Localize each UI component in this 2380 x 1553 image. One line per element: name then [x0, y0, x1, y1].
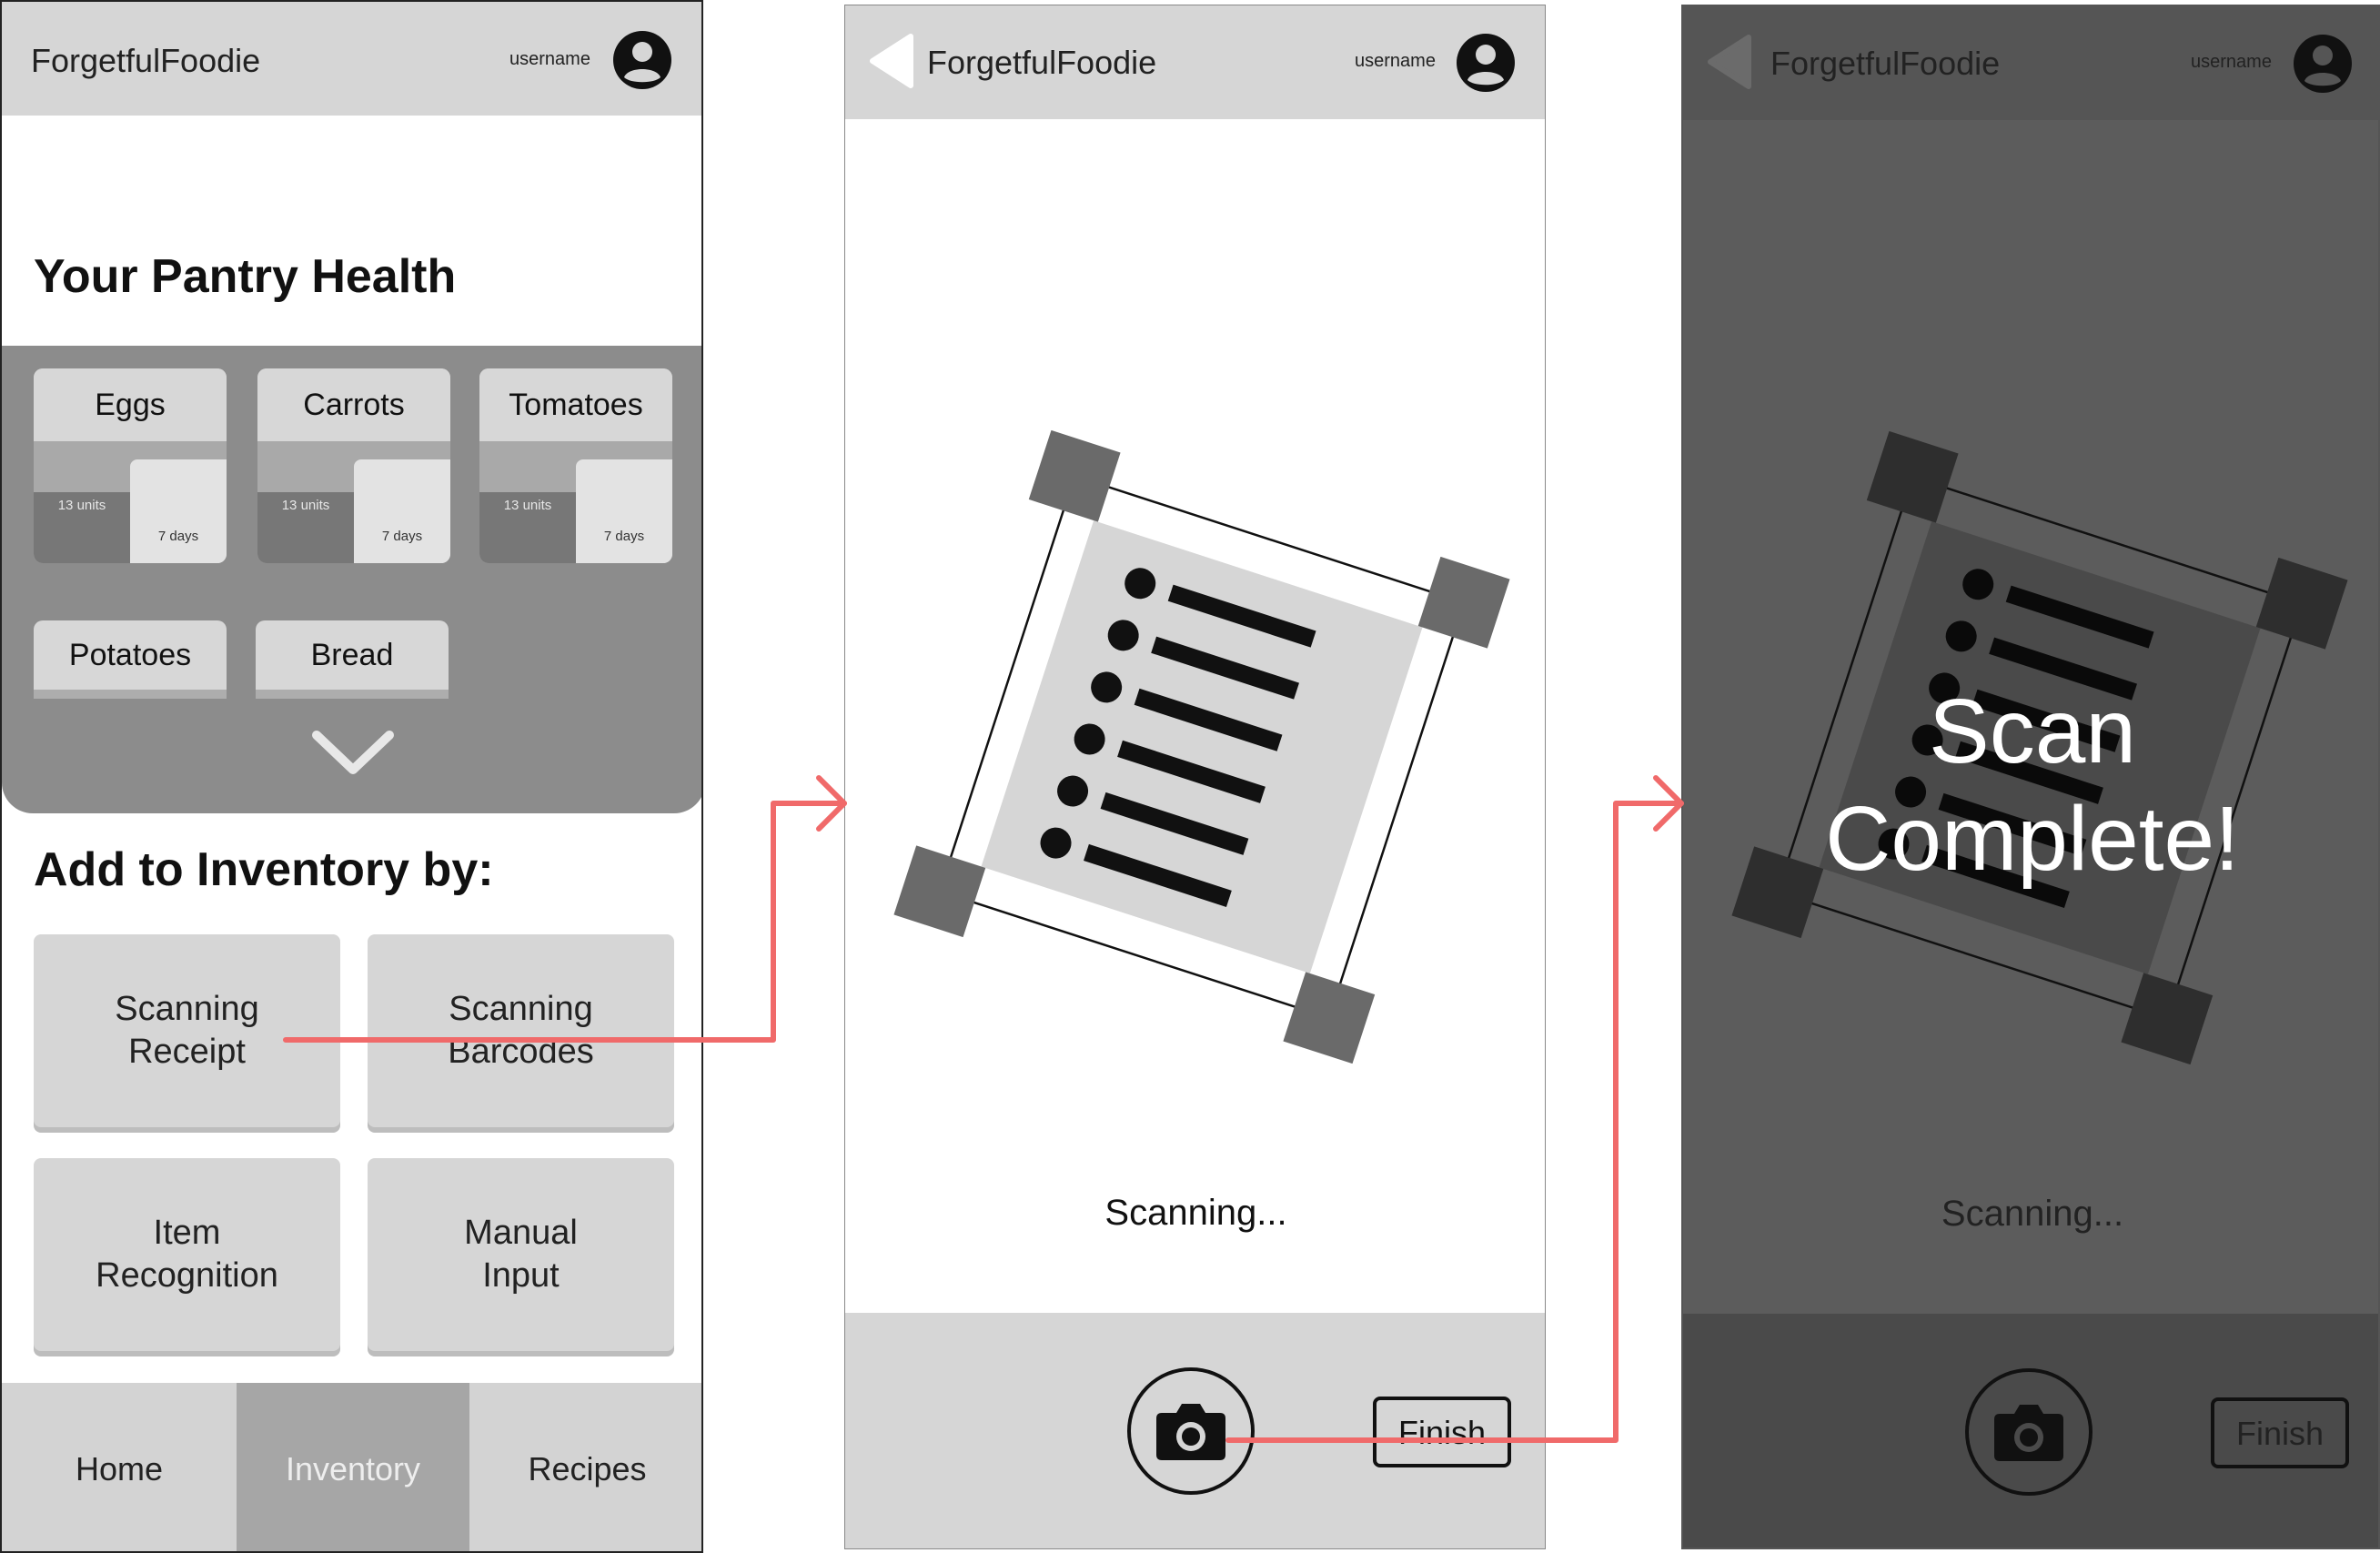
item-recognition-button[interactable]: Item Recognition [34, 1158, 340, 1351]
camera-icon [1156, 1404, 1225, 1460]
scanning-status: Scanning... [1941, 1194, 2124, 1234]
flow-arrowhead [1653, 775, 1684, 832]
item-units: 13 units [479, 492, 576, 563]
scan-viewfinder [893, 429, 1510, 1064]
nav-inventory[interactable]: Inventory [237, 1383, 469, 1551]
scan-complete-screen: ForgetfulFoodie username Scan Complete! … [1681, 5, 2380, 1549]
camera-icon [1994, 1405, 2063, 1461]
shutter-button[interactable] [1127, 1367, 1255, 1495]
app-brand: ForgetfulFoodie [31, 42, 261, 79]
app-brand: ForgetfulFoodie [927, 44, 1157, 81]
bottom-nav: Home Inventory Recipes [2, 1383, 701, 1551]
username-label: username [2191, 52, 2272, 72]
pantry-panel: Eggs 13 units 7 days Carrots 13 units 7 … [2, 346, 701, 813]
item-days: 7 days [130, 459, 227, 563]
flow-arrowhead [816, 775, 847, 832]
shutter-button[interactable] [1965, 1368, 2093, 1496]
top-bar: ForgetfulFoodie username [1683, 6, 2378, 120]
manual-input-button[interactable]: Manual Input [368, 1158, 674, 1351]
pantry-card[interactable]: Potatoes [34, 620, 227, 699]
button-label: Manual Input [464, 1214, 578, 1295]
scanning-status: Scanning... [1104, 1193, 1287, 1233]
pantry-card[interactable]: Eggs 13 units 7 days [34, 368, 227, 563]
username-label: username [509, 49, 590, 69]
button-label: Scanning Barcodes [448, 990, 594, 1071]
pantry-card[interactable]: Bread [256, 620, 449, 699]
pantry-card[interactable]: Carrots 13 units 7 days [257, 368, 450, 563]
home-screen: ForgetfulFoodie username Your Pantry Hea… [0, 0, 703, 1553]
nav-home[interactable]: Home [2, 1383, 237, 1551]
item-name: Bread [310, 638, 394, 672]
user-avatar-icon[interactable] [1456, 33, 1516, 93]
user-avatar-icon[interactable] [2293, 34, 2353, 94]
nav-recipes[interactable]: Recipes [469, 1383, 701, 1551]
scan-complete-line1: Scan [1929, 681, 2136, 782]
scan-complete-line2: Complete! [1825, 788, 2240, 890]
chevron-down-icon[interactable] [311, 728, 395, 779]
item-units: 13 units [257, 492, 354, 563]
card-strip [256, 690, 449, 699]
card-strip [34, 690, 227, 699]
item-name: Potatoes [68, 638, 192, 672]
item-name: Eggs [34, 368, 227, 441]
user-avatar-icon[interactable] [612, 30, 672, 90]
button-label: Item Recognition [96, 1214, 278, 1295]
username-label: username [1355, 51, 1436, 71]
scan-receipt-button[interactable]: Scanning Receipt [34, 934, 340, 1127]
top-bar: ForgetfulFoodie username [2, 2, 701, 116]
camera-bar: Finish [1683, 1314, 2378, 1548]
pantry-card[interactable]: Tomatoes 13 units 7 days [479, 368, 672, 563]
item-name: Carrots [257, 368, 450, 441]
pantry-title: Your Pantry Health [34, 250, 457, 303]
add-inventory-title: Add to Inventory by: [34, 843, 494, 896]
finish-button[interactable]: Finish [2211, 1397, 2349, 1468]
back-arrow-icon[interactable] [1703, 34, 1754, 90]
camera-bar: Finish [845, 1313, 1545, 1548]
finish-button[interactable]: Finish [1373, 1397, 1511, 1467]
item-units: 13 units [34, 492, 130, 563]
back-arrow-icon[interactable] [865, 33, 916, 89]
receipt-image [981, 520, 1423, 973]
scan-barcodes-button[interactable]: Scanning Barcodes [368, 934, 674, 1127]
app-brand: ForgetfulFoodie [1770, 45, 2001, 82]
item-name: Tomatoes [479, 368, 672, 441]
item-days: 7 days [576, 459, 672, 563]
top-bar: ForgetfulFoodie username [845, 5, 1545, 119]
button-label: Scanning Receipt [115, 990, 259, 1071]
item-days: 7 days [354, 459, 450, 563]
scan-screen: ForgetfulFoodie username Scanning... Fin… [844, 5, 1546, 1549]
